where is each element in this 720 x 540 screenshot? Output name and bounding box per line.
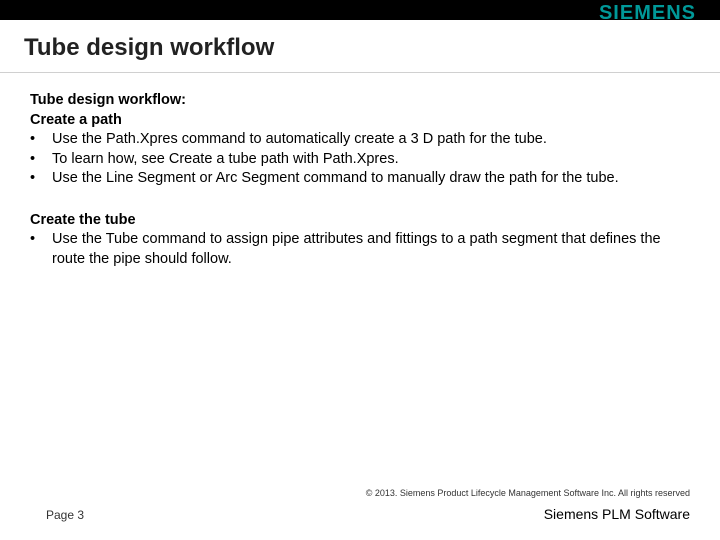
footer: © 2013. Siemens Product Lifecycle Manage… xyxy=(0,488,720,522)
section2-bullets: • Use the Tube command to assign pipe at… xyxy=(30,230,690,269)
bullet-icon: • xyxy=(30,130,52,150)
section-create-path: Tube design workflow: Create a path • Us… xyxy=(30,91,690,189)
bullet-icon: • xyxy=(30,230,52,269)
bullet-text: Use the Tube command to assign pipe attr… xyxy=(52,230,690,269)
page-number: Page 3 xyxy=(46,508,84,522)
header: Tube design workflow xyxy=(0,20,720,73)
section-create-tube: Create the tube • Use the Tube command t… xyxy=(30,211,690,270)
footer-row: Page 3 Siemens PLM Software xyxy=(46,506,690,522)
siemens-logo: SIEMENS xyxy=(599,2,696,25)
slide: Tube design workflow SIEMENS Tube design… xyxy=(0,0,720,540)
footer-brand: Siemens PLM Software xyxy=(544,506,690,522)
page-title: Tube design workflow xyxy=(24,34,274,62)
bullet-icon: • xyxy=(30,150,52,170)
list-item: • To learn how, see Create a tube path w… xyxy=(30,150,690,170)
list-item: • Use the Line Segment or Arc Segment co… xyxy=(30,169,690,189)
copyright-text: © 2013. Siemens Product Lifecycle Manage… xyxy=(46,488,690,498)
list-item: • Use the Tube command to assign pipe at… xyxy=(30,230,690,269)
section2-subtitle: Create the tube xyxy=(30,211,690,231)
section1-subtitle: Create a path xyxy=(30,111,690,131)
bullet-text: Use the Path.Xpres command to automatica… xyxy=(52,130,690,150)
bullet-icon: • xyxy=(30,169,52,189)
section1-bullets: • Use the Path.Xpres command to automati… xyxy=(30,130,690,189)
bullet-text: To learn how, see Create a tube path wit… xyxy=(52,150,690,170)
section1-title: Tube design workflow: xyxy=(30,91,690,111)
list-item: • Use the Path.Xpres command to automati… xyxy=(30,130,690,150)
content: Tube design workflow: Create a path • Us… xyxy=(0,73,720,270)
bullet-text: Use the Line Segment or Arc Segment comm… xyxy=(52,169,690,189)
